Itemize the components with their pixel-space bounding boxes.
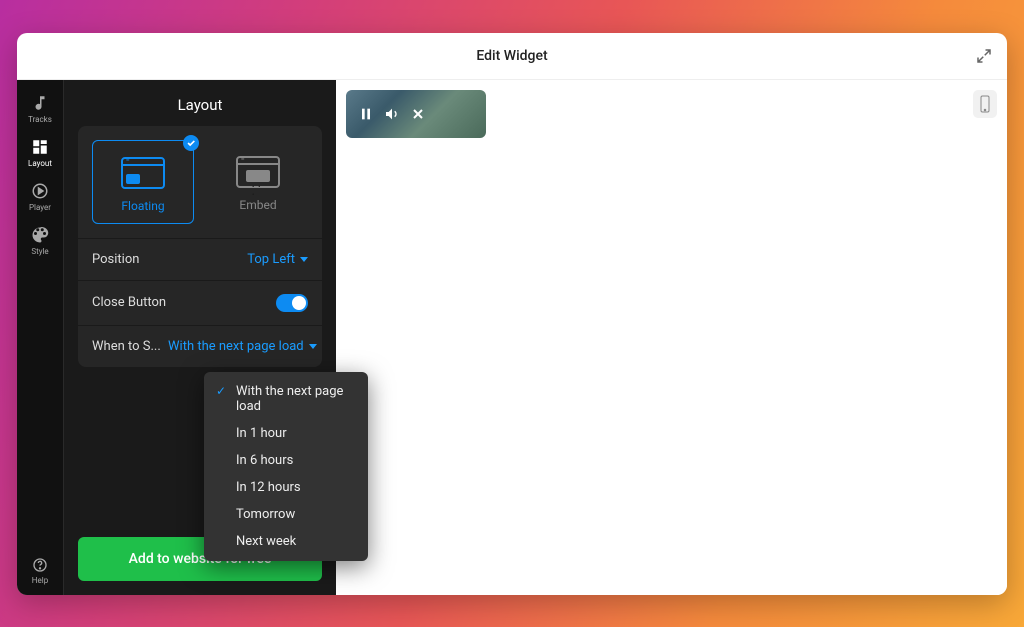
device-preview-toggle[interactable] [973,90,997,118]
layout-option-embed[interactable]: Embed [208,140,308,224]
pause-button[interactable] [358,106,374,122]
close-icon [410,106,426,122]
sidebar-tab-label: Layout [28,159,52,168]
chevron-down-icon [309,344,317,349]
sidebar-tab-label: Tracks [28,115,52,124]
dropdown-item[interactable]: Tomorrow [204,501,368,528]
titlebar: Edit Widget [17,33,1007,80]
sidebar-tab-label: Player [29,203,51,212]
close-widget-button[interactable] [410,106,426,122]
window-title: Edit Widget [476,48,547,64]
toggle-knob [292,296,306,310]
setting-when-to-show: When to S... With the next page load [78,325,322,367]
sidebar-tab-player[interactable]: Player [17,174,63,218]
layout-icon [31,138,49,156]
setting-label: When to S... [92,339,161,354]
panel-title: Layout [64,80,336,126]
sidebar-tab-label: Style [31,247,48,256]
editor-window: Edit Widget Tracks Layout Player Style [17,33,1007,595]
when-to-show-dropdown: With the next page load In 1 hour In 6 h… [204,372,368,561]
palette-icon [31,226,49,244]
preview-canvas [336,80,1007,595]
layout-option-label: Floating [121,199,164,213]
dropdown-item[interactable]: In 12 hours [204,474,368,501]
dropdown-item[interactable]: With the next page load [204,378,368,420]
mobile-icon [979,95,991,113]
dropdown-item[interactable]: Next week [204,528,368,555]
help-label: Help [32,576,48,585]
dropdown-item[interactable]: In 6 hours [204,447,368,474]
layout-panel: Layout Floating [64,80,336,595]
close-button-toggle[interactable] [276,294,308,312]
music-note-icon [31,94,49,112]
pause-icon [358,106,374,122]
setting-value: With the next page load [168,339,304,354]
volume-icon [384,106,400,122]
sidebar-tab-tracks[interactable]: Tracks [17,86,63,130]
layout-option-label: Embed [239,198,276,212]
setting-value: Top Left [247,252,295,267]
sidebar-help[interactable]: Help [17,557,63,585]
volume-button[interactable] [384,106,400,122]
play-circle-icon [31,182,49,200]
dropdown-item[interactable]: In 1 hour [204,420,368,447]
position-dropdown-trigger[interactable]: Top Left [247,252,308,267]
layout-option-floating[interactable]: Floating [92,140,194,224]
layout-card: Floating Embed Position Top Left [78,126,322,367]
sidebar-tab-style[interactable]: Style [17,218,63,262]
sidebar: Tracks Layout Player Style Help [17,80,64,595]
sidebar-tab-layout[interactable]: Layout [17,130,63,174]
chevron-down-icon [300,257,308,262]
setting-close-button: Close Button [78,280,322,325]
setting-position: Position Top Left [78,238,322,280]
embed-thumb-icon [236,156,280,188]
setting-label: Position [92,252,139,267]
floating-widget-preview [346,90,486,138]
help-icon [32,557,48,573]
check-icon [183,135,199,151]
expand-icon[interactable] [975,47,993,65]
setting-label: Close Button [92,295,166,310]
floating-thumb-icon [121,157,165,189]
when-to-show-dropdown-trigger[interactable]: With the next page load [168,339,308,354]
